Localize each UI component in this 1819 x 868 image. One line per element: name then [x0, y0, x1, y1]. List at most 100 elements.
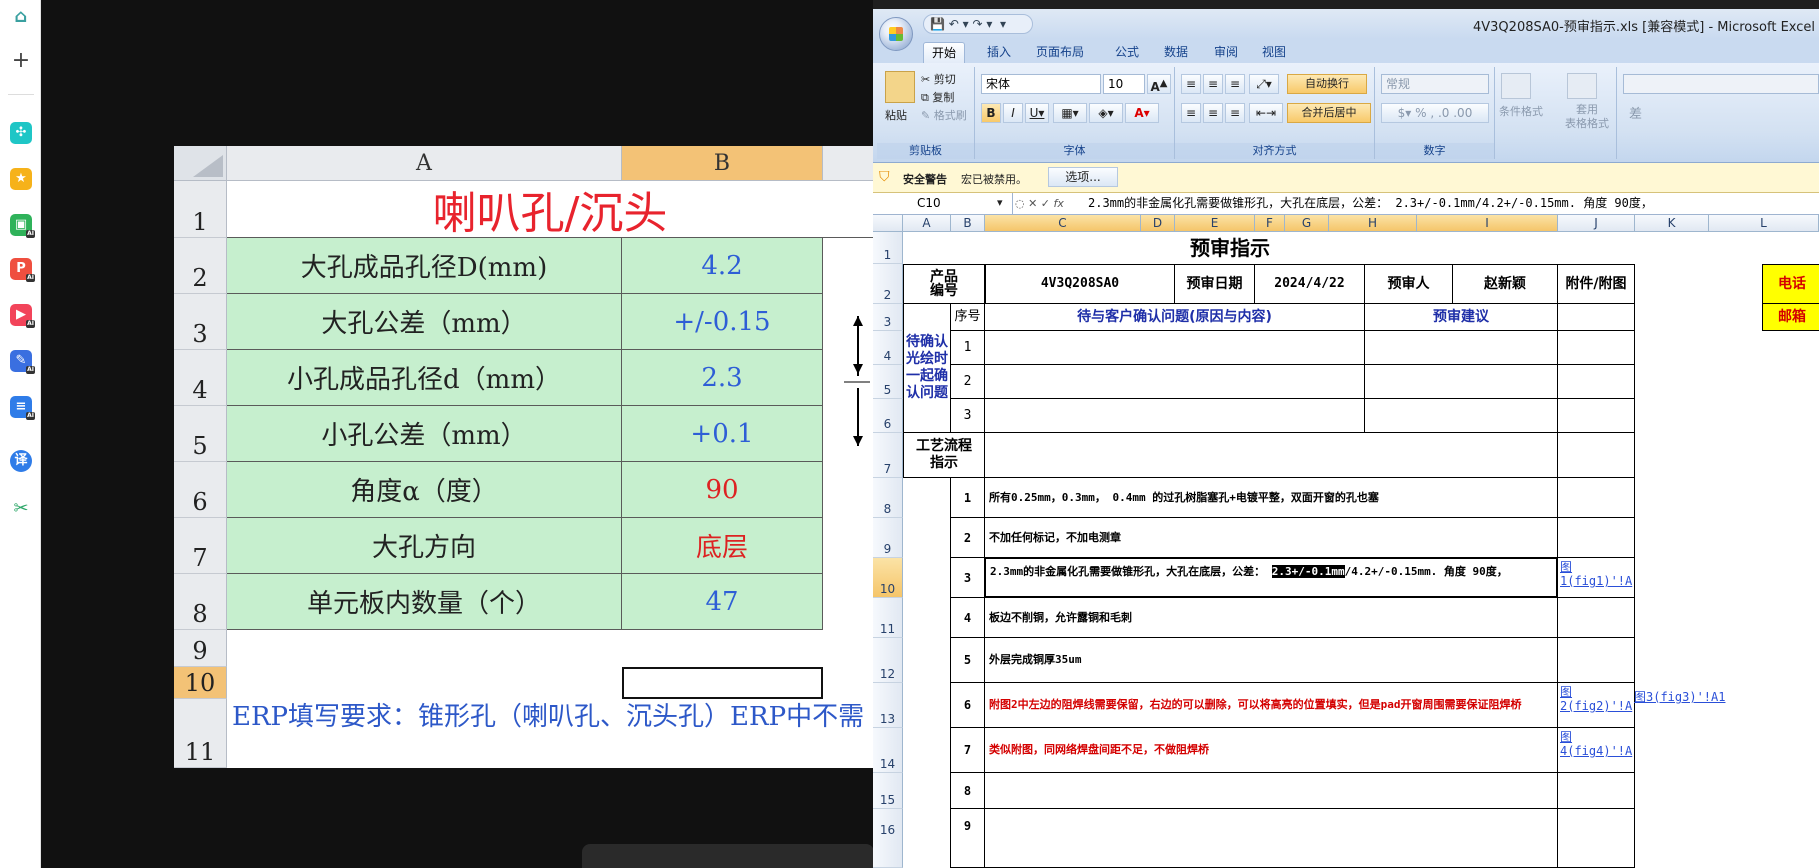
office-button[interactable]: [879, 17, 913, 51]
underline-button[interactable]: U▾: [1025, 103, 1049, 123]
column-header-h[interactable]: H: [1329, 215, 1417, 232]
name-box[interactable]: C10: [873, 193, 1013, 214]
column-header-c[interactable]: C: [985, 215, 1141, 232]
attachment-link[interactable]: 图 4(fig4)'!A: [1557, 727, 1635, 773]
column-header-c[interactable]: [823, 146, 873, 181]
formula-input[interactable]: 2.3mm的非金属化孔需要做锥形孔，大孔在底层，公差： 2.3+/-0.1mm/…: [1088, 193, 1653, 214]
network-icon[interactable]: ✣: [10, 122, 32, 144]
tab-insert[interactable]: 插入: [979, 42, 1019, 63]
align-right-button[interactable]: ≡: [1225, 103, 1245, 123]
indent-button[interactable]: ⇤⇥: [1249, 103, 1283, 123]
param-value[interactable]: 底层: [622, 518, 823, 574]
align-top-button[interactable]: ≡: [1181, 74, 1201, 94]
process-header-cell[interactable]: [984, 432, 1558, 478]
font-name-select[interactable]: 宋体: [981, 74, 1101, 94]
options-button[interactable]: 选项...: [1048, 167, 1118, 187]
seq-label[interactable]: 序号: [950, 303, 985, 331]
row-header[interactable]: 5: [174, 406, 227, 462]
pending-suggestion[interactable]: [1364, 330, 1558, 365]
quick-access-toolbar[interactable]: 💾 ↶ ▾ ↷ ▾ ▾: [923, 14, 1033, 34]
column-header-d[interactable]: D: [1141, 215, 1175, 232]
step-text[interactable]: 附图2中左边的阻焊线需要保留，右边的可以删除，可以将高亮的位置填实，但是pad开…: [984, 682, 1558, 728]
font-color-button[interactable]: A▾: [1125, 103, 1159, 123]
row-header[interactable]: 16: [873, 809, 903, 868]
style-bad[interactable]: 差: [1629, 103, 1642, 122]
column-header-a[interactable]: A: [227, 146, 622, 181]
conditional-format-button[interactable]: 条件格式: [1499, 103, 1543, 119]
select-all-corner[interactable]: [174, 146, 227, 181]
align-left-button[interactable]: ≡: [1181, 103, 1201, 123]
format-painter-button[interactable]: ✎ 格式刷: [921, 107, 967, 123]
row-header[interactable]: 1: [873, 232, 903, 264]
fill-color-button[interactable]: ◈▾: [1089, 103, 1123, 123]
row-header[interactable]: 7: [174, 518, 227, 574]
row-header[interactable]: 3: [873, 304, 903, 331]
attachment-cell[interactable]: [1557, 330, 1635, 365]
tab-page-layout[interactable]: 页面布局: [1028, 42, 1092, 63]
date-value[interactable]: 2024/4/22: [1254, 264, 1365, 304]
column-header-i[interactable]: I: [1417, 215, 1558, 232]
row-header[interactable]: 4: [873, 331, 903, 365]
row-header[interactable]: 2: [174, 238, 227, 294]
param-value[interactable]: 47: [622, 574, 823, 630]
phone-label[interactable]: 电话: [1762, 264, 1819, 304]
pending-question[interactable]: [984, 364, 1365, 399]
step-no[interactable]: 7: [950, 727, 985, 773]
email-label[interactable]: 邮箱: [1762, 303, 1819, 331]
attachment-cell[interactable]: [1557, 597, 1635, 638]
row-header[interactable]: 10: [174, 667, 227, 699]
font-size-select[interactable]: 10: [1103, 74, 1145, 94]
attachment-link-fig3[interactable]: 图3(fig3)'!A1: [1634, 690, 1764, 710]
step-no[interactable]: 3: [950, 557, 985, 598]
param-value[interactable]: 4.2: [622, 238, 823, 294]
grow-font-button[interactable]: A▲: [1147, 74, 1171, 94]
step-text[interactable]: 不加任何标记，不加电测章: [984, 517, 1558, 558]
product-no-label[interactable]: 产品 编号: [903, 264, 985, 304]
style-gallery[interactable]: [1623, 74, 1819, 94]
attachment-cell[interactable]: [1557, 432, 1635, 478]
row-header[interactable]: 5: [873, 365, 903, 399]
align-middle-button[interactable]: ≡: [1203, 74, 1223, 94]
align-bottom-button[interactable]: ≡: [1225, 74, 1245, 94]
param-value[interactable]: +/-0.15: [622, 294, 823, 350]
scissors-icon[interactable]: ✂: [10, 498, 32, 520]
step-no[interactable]: 6: [950, 682, 985, 728]
row-header[interactable]: 9: [174, 630, 227, 667]
attachment-cell[interactable]: [1557, 303, 1635, 331]
merge-center-button[interactable]: 合并后居中: [1287, 103, 1371, 123]
param-value[interactable]: 2.3: [622, 350, 823, 406]
step-no[interactable]: 9: [950, 808, 985, 868]
column-header[interactable]: B: [951, 215, 985, 232]
column-header-g[interactable]: G: [1285, 215, 1329, 232]
column-header[interactable]: L: [1709, 215, 1819, 232]
number-format-buttons[interactable]: $▾ % , .0 .00: [1381, 103, 1489, 123]
step-text[interactable]: 板边不削铜，允许露铜和毛刺: [984, 597, 1558, 638]
video-ai-icon[interactable]: ▶ AI: [10, 304, 35, 328]
suggest-header[interactable]: 预审建议: [1364, 303, 1558, 331]
row-header[interactable]: 7: [873, 433, 903, 478]
number-format-select[interactable]: 常规: [1381, 74, 1489, 94]
param-label[interactable]: 小孔公差（mm）: [227, 406, 622, 462]
paste-icon[interactable]: [885, 71, 915, 103]
row-header[interactable]: 6: [873, 399, 903, 433]
row-header-10[interactable]: 10: [873, 558, 903, 598]
table-format-button[interactable]: 套用 表格格式: [1565, 103, 1609, 131]
sheet-title[interactable]: 喇叭孔/沉头: [227, 181, 873, 239]
tab-view[interactable]: 视图: [1254, 42, 1294, 63]
reviewer-label[interactable]: 预审人: [1364, 264, 1453, 304]
formula-buttons[interactable]: ◌ ✕ ✓ fx: [1015, 193, 1083, 214]
attachment-link[interactable]: 图 1(fig1)'!A: [1557, 557, 1635, 598]
column-header[interactable]: J: [1558, 215, 1635, 232]
attachment-cell[interactable]: [1557, 517, 1635, 558]
translate-icon[interactable]: 译: [10, 450, 32, 472]
confirm-header[interactable]: 待与客户确认问题(原因与内容): [984, 303, 1365, 331]
column-header[interactable]: A: [903, 215, 951, 232]
attachment-cell[interactable]: [1557, 398, 1635, 433]
step-no[interactable]: 2: [950, 517, 985, 558]
param-label[interactable]: 小孔成品孔径d（mm）: [227, 350, 622, 406]
param-label[interactable]: 大孔成品孔径D(mm): [227, 238, 622, 294]
attachment-cell[interactable]: [1557, 808, 1635, 868]
row-header[interactable]: 6: [174, 462, 227, 518]
pending-label[interactable]: 待确认 光绘时 一起确 认问题: [903, 303, 951, 433]
column-header-f[interactable]: F: [1255, 215, 1285, 232]
